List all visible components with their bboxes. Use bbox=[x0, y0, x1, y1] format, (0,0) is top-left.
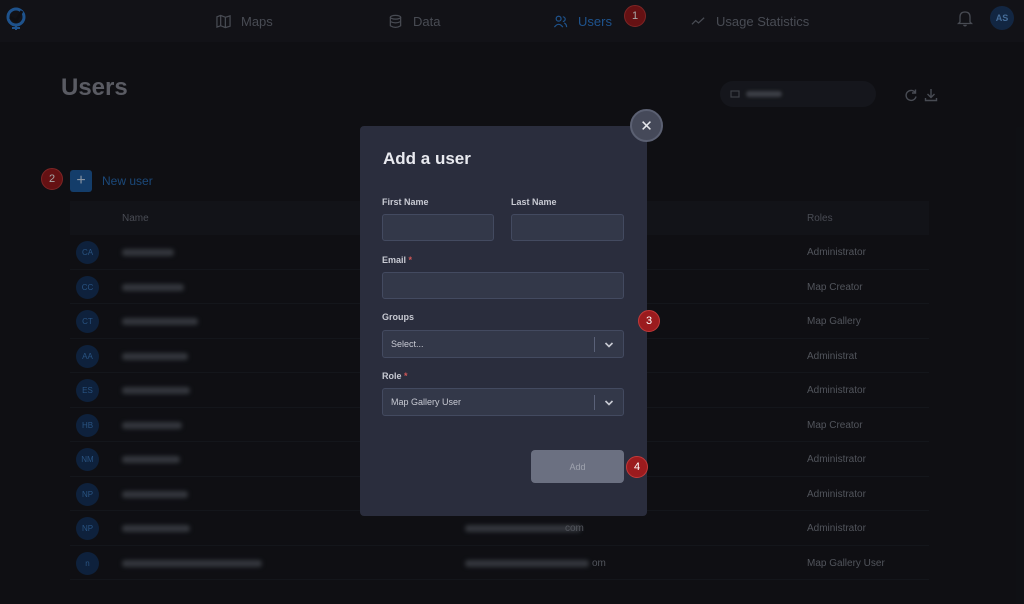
annotation-badge-4: 4 bbox=[626, 456, 648, 478]
first-name-label: First Name bbox=[382, 197, 429, 207]
first-name-field[interactable] bbox=[382, 214, 494, 241]
role-select-value: Map Gallery User bbox=[391, 397, 462, 407]
select-divider bbox=[594, 395, 595, 410]
last-name-label: Last Name bbox=[511, 197, 557, 207]
role-select[interactable]: Map Gallery User bbox=[382, 388, 624, 416]
required-mark: * bbox=[408, 255, 413, 265]
select-divider bbox=[594, 337, 595, 352]
required-mark: * bbox=[404, 371, 408, 381]
add-button[interactable]: Add bbox=[531, 450, 624, 483]
role-label: Role * bbox=[382, 371, 408, 381]
email-field[interactable] bbox=[382, 272, 624, 299]
last-name-field[interactable] bbox=[511, 214, 624, 241]
groups-select[interactable]: Select... bbox=[382, 330, 624, 358]
email-label-text: Email bbox=[382, 255, 407, 265]
groups-select-value: Select... bbox=[391, 339, 424, 349]
role-label-text: Role bbox=[382, 371, 402, 381]
chevron-down-icon bbox=[604, 400, 614, 406]
add-user-dialog: Add a user First Name Last Name Email * … bbox=[360, 126, 647, 516]
close-icon[interactable]: ✕ bbox=[630, 109, 663, 142]
email-label: Email * bbox=[382, 255, 412, 265]
groups-label: Groups bbox=[382, 312, 415, 322]
dialog-title: Add a user bbox=[383, 149, 471, 168]
chevron-down-icon bbox=[604, 342, 614, 348]
annotation-badge-3: 3 bbox=[638, 310, 660, 332]
